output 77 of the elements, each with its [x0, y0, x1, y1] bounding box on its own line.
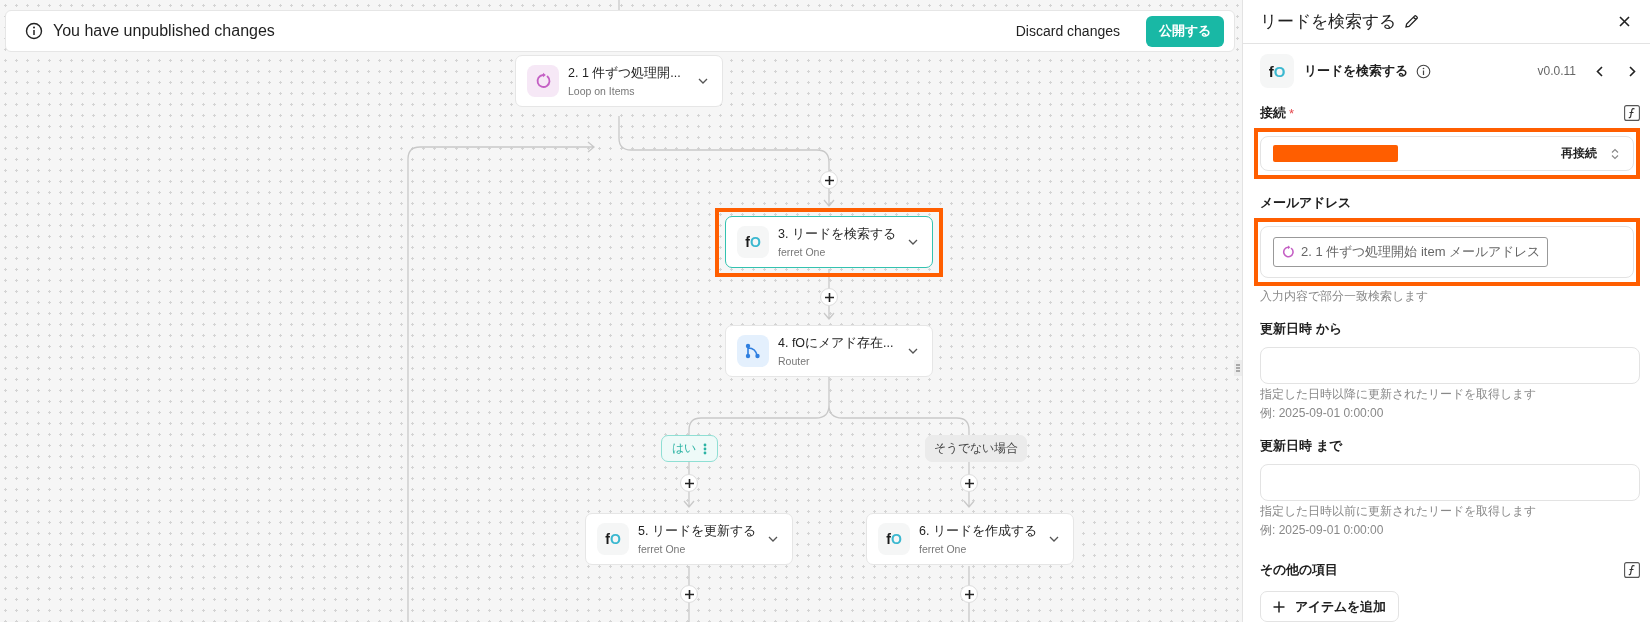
flow-step-card[interactable]: fO 3. リードを検索する ferret One [725, 216, 933, 268]
app-logo: fO [597, 523, 629, 555]
function-icon[interactable] [1624, 105, 1640, 121]
field-label: 接続 [1260, 104, 1286, 122]
add-step-button[interactable] [680, 585, 698, 603]
reconnect-label: 再接続 [1561, 145, 1597, 162]
step-title: 6. リードを作成する [919, 523, 1038, 540]
field-label: 更新日時 から [1260, 320, 1342, 338]
close-icon[interactable] [1619, 16, 1630, 27]
add-step-button[interactable] [820, 171, 838, 189]
branch-name: そうでない場合 [934, 440, 1018, 457]
date-field[interactable] [1260, 347, 1640, 384]
flow-step-card[interactable]: 4. fOにメアド存在... Router [725, 325, 933, 377]
chevron-down-icon [1049, 536, 1059, 542]
field-hint: 指定した日時以前に更新されたリードを取得します [1260, 503, 1537, 520]
app-logo: fO [1260, 54, 1294, 88]
field-label: メールアドレス [1260, 194, 1351, 212]
chevron-left-icon[interactable] [1596, 65, 1603, 77]
banner-message: You have unpublished changes [53, 22, 275, 40]
step-app-name: ferret One [919, 543, 968, 555]
step-app-name: Loop on Items [568, 85, 636, 97]
app-logo: fO [878, 523, 910, 555]
pencil-icon[interactable] [1404, 14, 1419, 29]
step-title: 4. fOにメアド存在... [778, 335, 895, 352]
plus-icon [1273, 600, 1285, 613]
field-hint: 指定した日時以降に更新されたリードを取得します [1260, 386, 1537, 403]
updown-icon [1611, 147, 1619, 160]
field-label: 更新日時 まで [1260, 437, 1342, 455]
function-icon[interactable] [1624, 562, 1640, 578]
step-title: 3. リードを検索する [778, 226, 897, 243]
plus-icon [964, 478, 974, 488]
more-icon [703, 442, 707, 455]
panel-title: リードを検索する [1260, 11, 1396, 33]
info-icon [25, 22, 43, 40]
add-item-button[interactable]: アイテムを追加 [1260, 591, 1399, 622]
version-label: v0.0.11 [1537, 64, 1576, 78]
plus-icon [824, 175, 834, 185]
resize-handle[interactable] [1234, 360, 1242, 376]
plus-icon [684, 478, 694, 488]
plus-icon [684, 589, 694, 599]
step-title: 5. リードを更新する [638, 523, 757, 540]
app-logo: fO [737, 226, 769, 258]
chevron-down-icon [768, 536, 778, 542]
field-hint: 例: 2025-09-01 0:00:00 [1260, 405, 1385, 422]
chevron-down-icon [908, 239, 918, 245]
field-hint: 例: 2025-09-01 0:00:00 [1260, 522, 1385, 539]
step-title: 2. 1 件ずつ処理開... [568, 65, 682, 82]
date-field[interactable] [1260, 464, 1640, 501]
step-app-name: ferret One [638, 543, 687, 555]
required-mark: * [1289, 105, 1295, 121]
plus-icon [964, 589, 974, 599]
field-hint: 入力内容で部分一致検索します [1260, 288, 1429, 305]
add-step-button[interactable] [820, 288, 838, 306]
add-step-button[interactable] [680, 474, 698, 492]
branch-name: はい [672, 440, 696, 457]
info-icon[interactable] [1416, 63, 1431, 79]
step-app-name: Router [778, 355, 811, 367]
connection-select[interactable]: 再接続 [1260, 136, 1634, 171]
add-step-button[interactable] [960, 585, 978, 603]
flow-step-card[interactable]: fO 6. リードを作成する ferret One [866, 513, 1074, 565]
chevron-down-icon [908, 348, 918, 354]
step-app-name: ferret One [778, 246, 827, 258]
section-label: その他の項目 [1260, 561, 1338, 579]
loop-icon [527, 65, 559, 97]
chevron-down-icon [698, 78, 708, 84]
chevron-right-icon[interactable] [1629, 65, 1636, 77]
email-field[interactable]: 2. 1 件ずつ処理開始 item メールアドレス [1260, 226, 1634, 278]
action-name: リードを検索する [1304, 62, 1408, 80]
flow-step-card[interactable]: fO 5. リードを更新する ferret One [585, 513, 793, 565]
branch-label[interactable]: そうでない場合 [925, 435, 1027, 462]
flow-step-card[interactable]: 2. 1 件ずつ処理開... Loop on Items [515, 55, 723, 107]
variable-chip[interactable]: 2. 1 件ずつ処理開始 item メールアドレス [1273, 237, 1549, 267]
add-step-button[interactable] [960, 474, 978, 492]
discard-button[interactable]: Discard changes [1009, 22, 1126, 40]
loop-icon [1281, 245, 1295, 259]
router-icon [737, 335, 769, 367]
plus-icon [824, 292, 834, 302]
